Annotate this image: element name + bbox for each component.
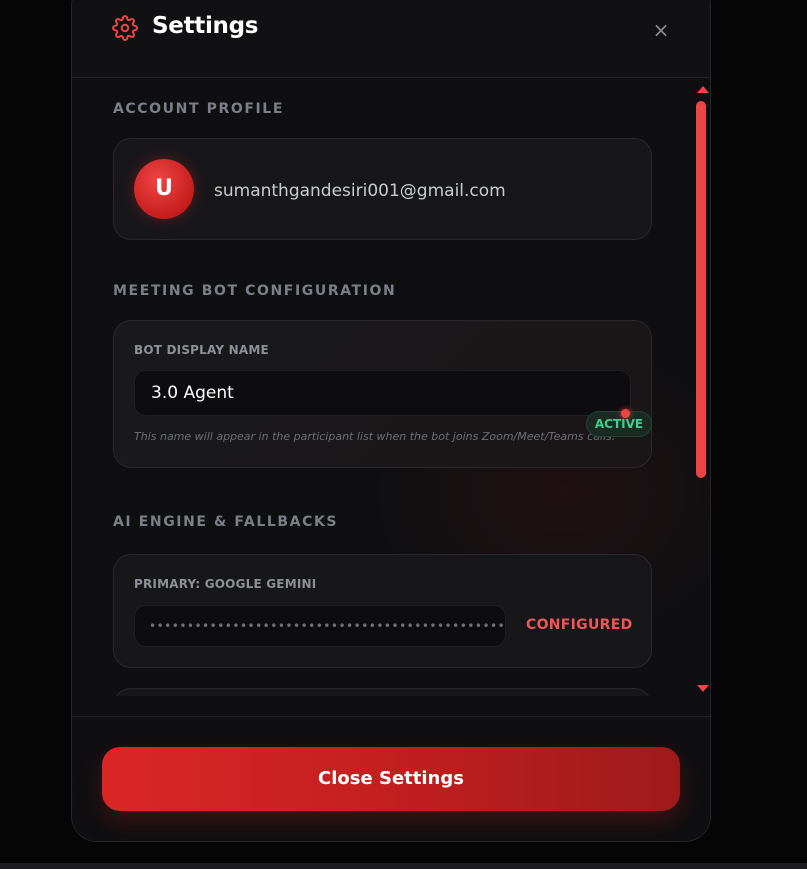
scroll-up-arrow-icon[interactable]: [697, 86, 709, 93]
bottom-strip: [0, 863, 807, 869]
account-card: U sumanthgandesiri001@gmail.com: [113, 138, 652, 240]
section-label-ai-engine: AI ENGINE & FALLBACKS: [113, 514, 339, 530]
bot-config-card: BOT DISPLAY NAME 3.0 Agent This name wil…: [113, 320, 652, 468]
primary-engine-card: PRIMARY: GOOGLE GEMINI •••••••••••••••••…: [113, 554, 652, 668]
scroll-down-arrow-icon[interactable]: [697, 685, 709, 692]
primary-engine-label: PRIMARY: GOOGLE GEMINI: [134, 577, 317, 591]
bot-name-hint: This name will appear in the participant…: [134, 430, 616, 443]
primary-api-key-input[interactable]: ••••••••••••••••••••••••••••••••••••••••…: [134, 605, 506, 647]
gear-icon: [112, 15, 138, 41]
fallback-engine-card: [113, 688, 652, 696]
primary-status-text: CONFIGURED: [526, 617, 633, 633]
account-email: sumanthgandesiri001@gmail.com: [214, 181, 506, 201]
bot-name-input[interactable]: 3.0 Agent: [134, 370, 631, 416]
status-indicator-dot: [621, 409, 630, 418]
scrollbar-thumb[interactable]: [696, 101, 706, 478]
status-badge: ACTIVE: [586, 411, 652, 437]
scrollbar[interactable]: [694, 86, 709, 704]
modal-footer: Close Settings: [72, 716, 710, 841]
avatar: U: [134, 159, 194, 219]
section-label-account-profile: ACCOUNT PROFILE: [113, 101, 284, 117]
section-label-meeting-bot: MEETING BOT CONFIGURATION: [113, 283, 397, 299]
settings-modal: Settings × ACCOUNT PROFILE U sumanthgand…: [71, 0, 711, 842]
settings-scroll-area[interactable]: ACCOUNT PROFILE U sumanthgandesiri001@gm…: [72, 78, 710, 696]
modal-header: Settings ×: [72, 1, 710, 78]
bot-name-label: BOT DISPLAY NAME: [134, 343, 269, 357]
close-settings-button[interactable]: Close Settings: [102, 747, 680, 811]
modal-title: Settings: [152, 13, 259, 39]
close-icon[interactable]: ×: [650, 19, 672, 41]
